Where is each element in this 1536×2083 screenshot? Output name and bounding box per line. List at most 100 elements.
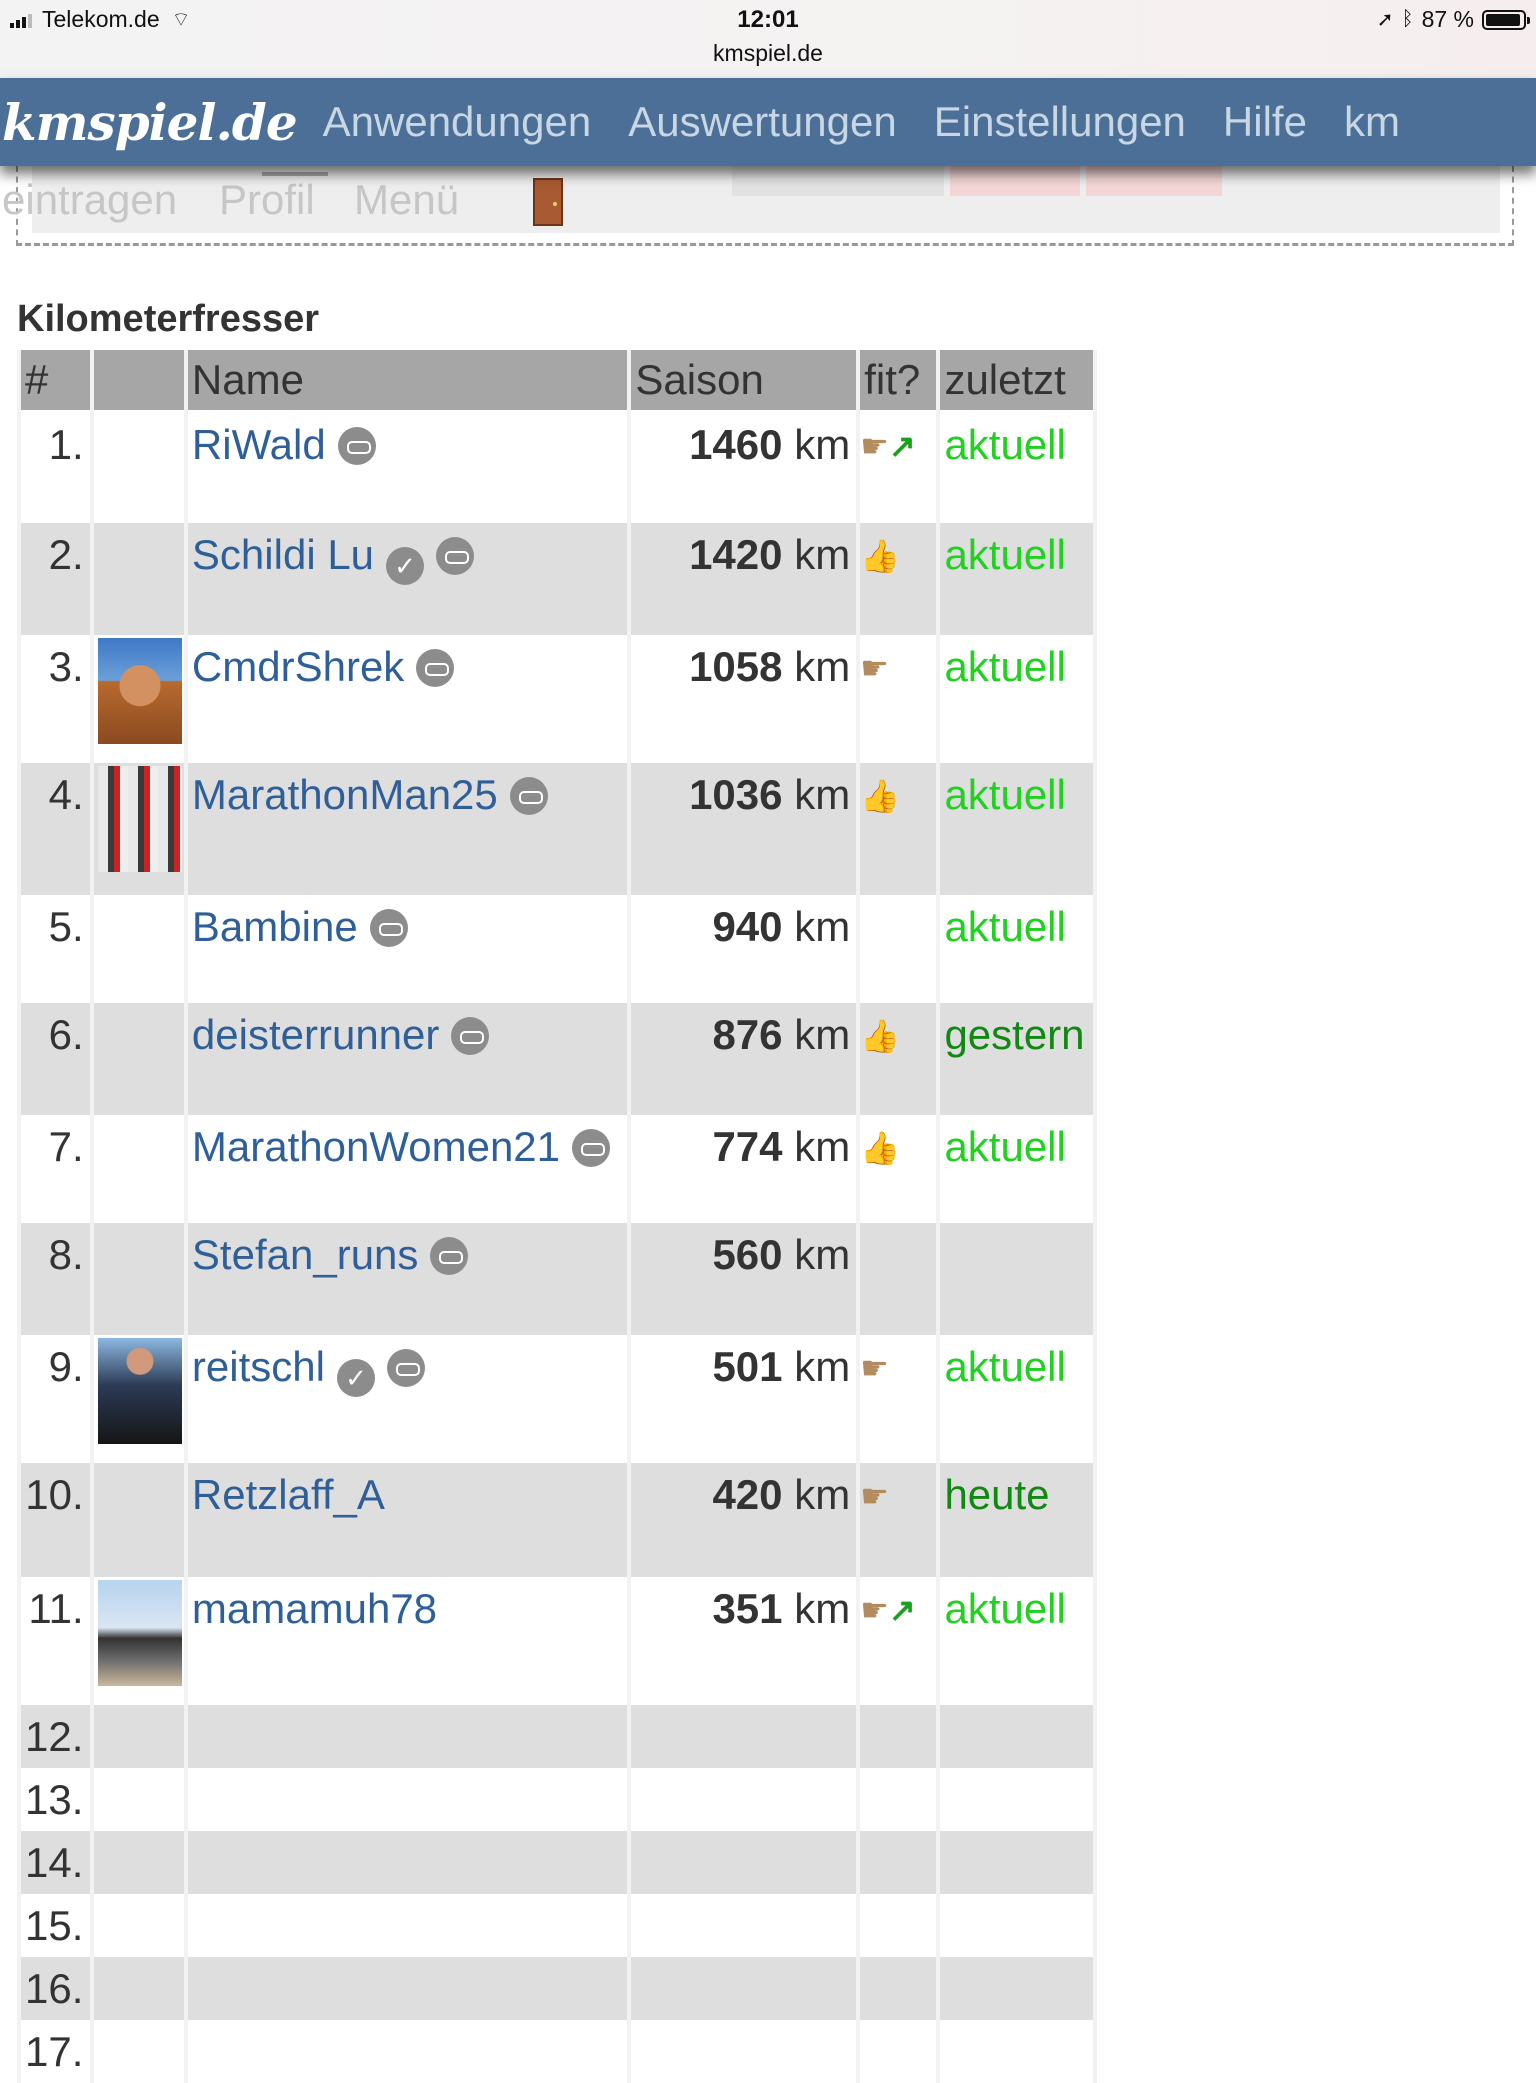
empty-cell: [93, 1894, 184, 1957]
fit-cell: 👍: [860, 523, 937, 635]
zuletzt-cell: gestern: [940, 1003, 1093, 1115]
zuletzt-cell: aktuell: [940, 763, 1093, 895]
user-link[interactable]: CmdrShrek: [192, 643, 404, 690]
km-value: 1036: [689, 771, 783, 818]
menu-block: [1086, 166, 1222, 196]
saison-cell: 940 km: [631, 895, 857, 1003]
empty-cell: [93, 1957, 184, 2020]
handshake-icon[interactable]: [337, 427, 376, 465]
table-row: 10. Retzlaff_A 420 km ☛ heute: [21, 1463, 1093, 1577]
header-fit: fit?: [860, 350, 937, 413]
user-link[interactable]: RiWald: [192, 421, 326, 468]
handshake-icon[interactable]: [451, 1017, 490, 1055]
empty-cell: [631, 1831, 857, 1894]
zuletzt-cell: aktuell: [940, 1115, 1093, 1223]
verified-icon: ✓: [386, 547, 425, 585]
empty-cell: [940, 1831, 1093, 1894]
door-icon[interactable]: [533, 178, 563, 226]
rank-cell: 1.: [21, 413, 90, 523]
fit-cell: ☛: [860, 1463, 937, 1577]
zuletzt-cell: aktuell: [940, 895, 1093, 1003]
user-link[interactable]: Schildi Lu: [192, 531, 374, 578]
clock: 12:01: [737, 6, 799, 33]
sub-menu: eintragen Profil Menü: [2, 166, 1514, 246]
location-icon: ➚: [1376, 9, 1394, 31]
user-link[interactable]: Bambine: [192, 903, 358, 950]
bluetooth-icon: ᛒ: [1401, 8, 1414, 30]
thumbs-up-icon: 👍: [860, 778, 901, 814]
table-row: 9. reitschl ✓ 501 km ☛ aktuell: [21, 1335, 1093, 1463]
avatar[interactable]: [97, 766, 182, 872]
empty-cell: [860, 1894, 937, 1957]
fit-cell: [860, 895, 937, 1003]
empty-cell: [187, 1705, 628, 1768]
empty-cell: [631, 1894, 857, 1957]
empty-cell: [93, 1831, 184, 1894]
name-cell: Bambine: [187, 895, 628, 1003]
user-link[interactable]: Retzlaff_A: [192, 1471, 385, 1518]
name-cell: reitschl ✓: [187, 1335, 628, 1463]
header-name[interactable]: Name: [187, 350, 628, 413]
rank-cell: 4.: [21, 763, 90, 895]
header-rank: #: [21, 350, 90, 413]
nav-km[interactable]: km: [1344, 98, 1400, 146]
empty-cell: [187, 1831, 628, 1894]
submenu-profil[interactable]: Profil: [219, 176, 315, 224]
km-unit: km: [794, 1123, 851, 1170]
user-link[interactable]: mamamuh78: [192, 1585, 437, 1632]
nav-hilfe[interactable]: Hilfe: [1223, 98, 1307, 146]
address-bar[interactable]: kmspiel.de: [0, 40, 1536, 67]
handshake-icon[interactable]: [416, 649, 455, 687]
saison-cell: 1460 km: [631, 413, 857, 523]
submenu-eintragen[interactable]: eintragen: [2, 176, 177, 224]
nav-anwendungen[interactable]: Anwendungen: [323, 98, 592, 146]
handshake-icon[interactable]: [386, 1349, 425, 1387]
rank-cell: 12.: [21, 1705, 90, 1768]
user-link[interactable]: deisterrunner: [192, 1011, 439, 1058]
empty-cell: [187, 1957, 628, 2020]
saison-cell: 774 km: [631, 1115, 857, 1223]
zuletzt-cell: heute: [940, 1463, 1093, 1577]
km-value: 351: [712, 1585, 783, 1632]
empty-cell: [631, 2020, 857, 2083]
avatar[interactable]: [97, 1580, 182, 1686]
header-saison[interactable]: Saison: [631, 350, 857, 413]
user-link[interactable]: MarathonWomen21: [192, 1123, 560, 1170]
user-link[interactable]: reitschl: [192, 1343, 325, 1390]
avatar-cell: [93, 1223, 184, 1335]
avatar-cell: [93, 895, 184, 1003]
zuletzt-cell: aktuell: [940, 413, 1093, 523]
handshake-icon[interactable]: [509, 777, 548, 815]
saison-cell: 1058 km: [631, 635, 857, 763]
saison-cell: 351 km: [631, 1577, 857, 1705]
submenu-menu[interactable]: Menü: [354, 176, 459, 224]
saison-cell: 1036 km: [631, 763, 857, 895]
table-row: 3. CmdrShrek 1058 km ☛ aktuell: [21, 635, 1093, 763]
handshake-icon[interactable]: [369, 909, 408, 947]
table-row: 5. Bambine 940 km aktuell: [21, 895, 1093, 1003]
nav-einstellungen[interactable]: Einstellungen: [934, 98, 1186, 146]
user-link[interactable]: Stefan_runs: [192, 1231, 419, 1278]
fit-cell: ☛↗: [860, 413, 937, 523]
status-right: ➚ ᛒ 87 %: [1376, 6, 1530, 33]
km-unit: km: [794, 903, 851, 950]
site-logo[interactable]: kmspiel.de: [2, 93, 298, 152]
km-value: 940: [712, 903, 783, 950]
nav-auswertungen[interactable]: Auswertungen: [628, 98, 897, 146]
name-cell: mamamuh78: [187, 1577, 628, 1705]
handshake-icon[interactable]: [572, 1129, 611, 1167]
name-cell: Schildi Lu ✓: [187, 523, 628, 635]
avatar[interactable]: [97, 638, 182, 744]
user-link[interactable]: MarathonMan25: [192, 771, 498, 818]
zuletzt-cell: [940, 1223, 1093, 1335]
handshake-icon[interactable]: [430, 1237, 469, 1275]
rank-cell: 8.: [21, 1223, 90, 1335]
km-unit: km: [794, 643, 851, 690]
pointing-hand-icon: ☛: [860, 428, 889, 464]
zuletzt-cell: aktuell: [940, 635, 1093, 763]
km-unit: km: [794, 531, 851, 578]
handshake-icon[interactable]: [436, 537, 475, 575]
avatar[interactable]: [97, 1338, 182, 1444]
saison-cell: 560 km: [631, 1223, 857, 1335]
page-title: Kilometerfresser: [17, 298, 320, 340]
